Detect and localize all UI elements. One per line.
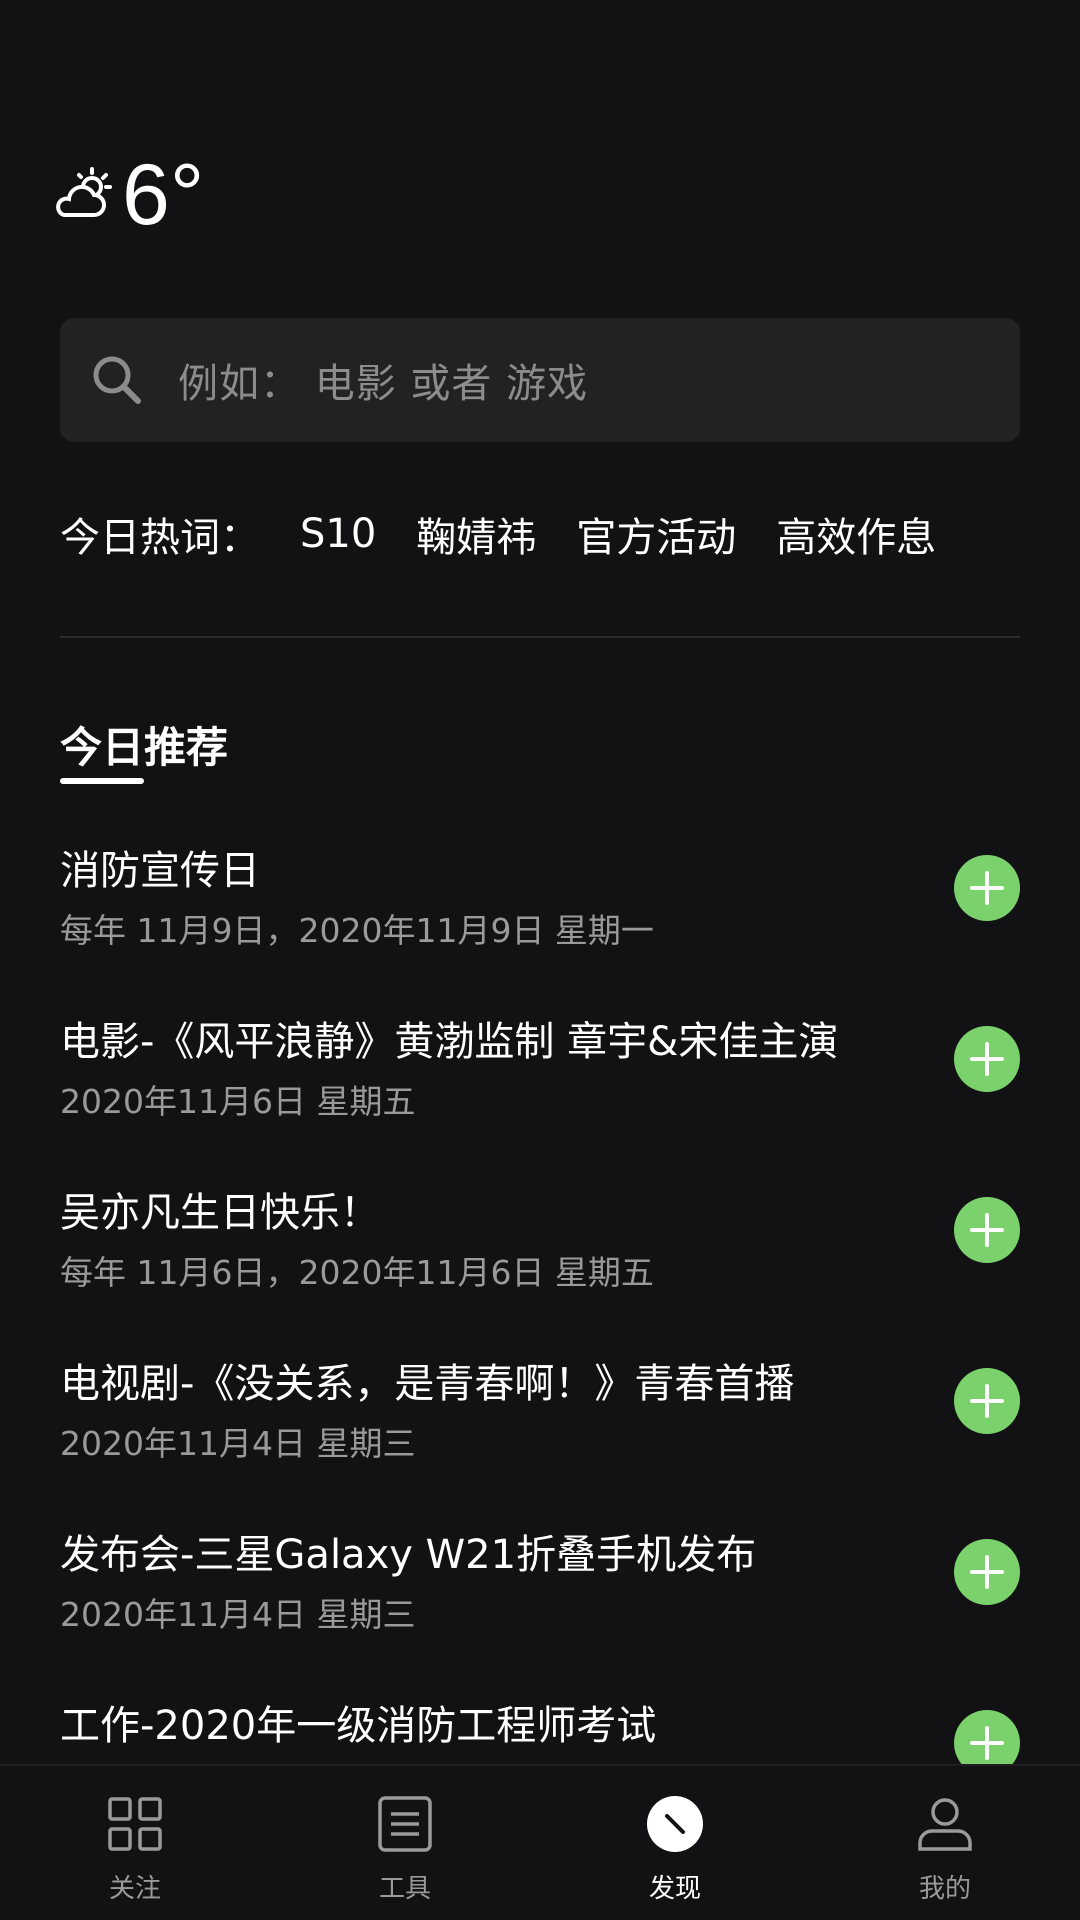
add-button[interactable] [954,1197,1020,1263]
item-title: 电视剧-《没关系，是青春啊！》青春首播 [60,1361,795,1407]
nav-label: 关注 [108,1874,161,1904]
profile-icon [918,1798,972,1851]
item-title: 工作-2020年一级消防工程师考试 [60,1703,657,1749]
item-title: 电影-《风平浪静》黄渤监制 章宇&宋佳主演 [60,1019,839,1065]
nav-item-tools[interactable]: 工具 [270,1766,540,1920]
item-date: 2020年11月4日 星期三 [60,1595,416,1634]
compass-icon [647,1796,703,1852]
item-date: 每年 11月6日，2020年11月6日 星期五 [60,1253,654,1292]
list-item[interactable]: 发布会-三星Galaxy W21折叠手机发布 2020年11月4日 星期三 [0,1504,1080,1675]
partly-cloudy-icon [56,167,112,217]
search-icon [93,356,141,404]
list-item[interactable]: 电影-《风平浪静》黄渤监制 章宇&宋佳主演 2020年11月6日 星期五 [0,991,1080,1162]
list-item[interactable]: 吴亦凡生日快乐！ 每年 11月6日，2020年11月6日 星期五 [0,1162,1080,1333]
nav-item-mine[interactable]: 我的 [810,1766,1080,1920]
plus-icon [985,1042,989,1076]
item-date: 2020年11月6日 星期五 [60,1082,416,1121]
grid-icon [108,1797,162,1851]
nav-label: 发现 [648,1874,701,1904]
plus-icon [985,1384,989,1418]
weather-widget[interactable]: 6° [52,150,204,240]
add-button[interactable] [954,1026,1020,1092]
item-title: 发布会-三星Galaxy W21折叠手机发布 [60,1532,757,1578]
plus-icon [985,1213,989,1247]
recommendation-list: 消防宣传日 每年 11月9日，2020年11月9日 星期一 电影-《风平浪静》黄… [0,820,1080,1846]
section-tab-indicator [60,778,144,784]
hot-words: 今日热词： S10 鞠婧祎 官方活动 高效作息 [60,505,936,563]
divider [60,636,1020,638]
search-bar[interactable]: 例如： 电影 或者 游戏 [60,318,1020,442]
plus-icon [985,1555,989,1589]
hot-word[interactable]: S10 [300,511,376,557]
bottom-nav: 关注 工具 发现 我的 [0,1764,1080,1920]
add-button[interactable] [954,855,1020,921]
nav-item-discover[interactable]: 发现 [540,1766,810,1920]
nav-label: 我的 [918,1874,971,1904]
list-item[interactable]: 电视剧-《没关系，是青春啊！》青春首播 2020年11月4日 星期三 [0,1333,1080,1504]
hot-word[interactable]: 高效作息 [776,505,936,563]
add-button[interactable] [954,1368,1020,1434]
document-icon [378,1796,432,1852]
item-title: 吴亦凡生日快乐！ [60,1190,380,1236]
hot-word[interactable]: 官方活动 [576,505,736,563]
add-button[interactable] [954,1539,1020,1605]
section-title[interactable]: 今日推荐 [60,714,228,775]
discover-page: 6° 例如： 电影 或者 游戏 今日热词： S10 鞠婧祎 官方活动 高效作息 … [0,0,1080,1920]
item-title: 消防宣传日 [60,848,260,894]
temperature: 6° [122,147,205,243]
hot-word[interactable]: 鞠婧祎 [416,505,536,563]
item-date: 每年 11月9日，2020年11月9日 星期一 [60,911,654,950]
hot-words-label: 今日热词： [60,515,260,561]
plus-icon [985,871,989,905]
item-date: 2020年11月4日 星期三 [60,1424,416,1463]
nav-label: 工具 [378,1874,431,1904]
search-placeholder: 例如： 电影 或者 游戏 [178,361,589,407]
plus-icon [985,1726,989,1760]
list-item[interactable]: 消防宣传日 每年 11月9日，2020年11月9日 星期一 [0,820,1080,991]
nav-item-follow[interactable]: 关注 [0,1766,270,1920]
